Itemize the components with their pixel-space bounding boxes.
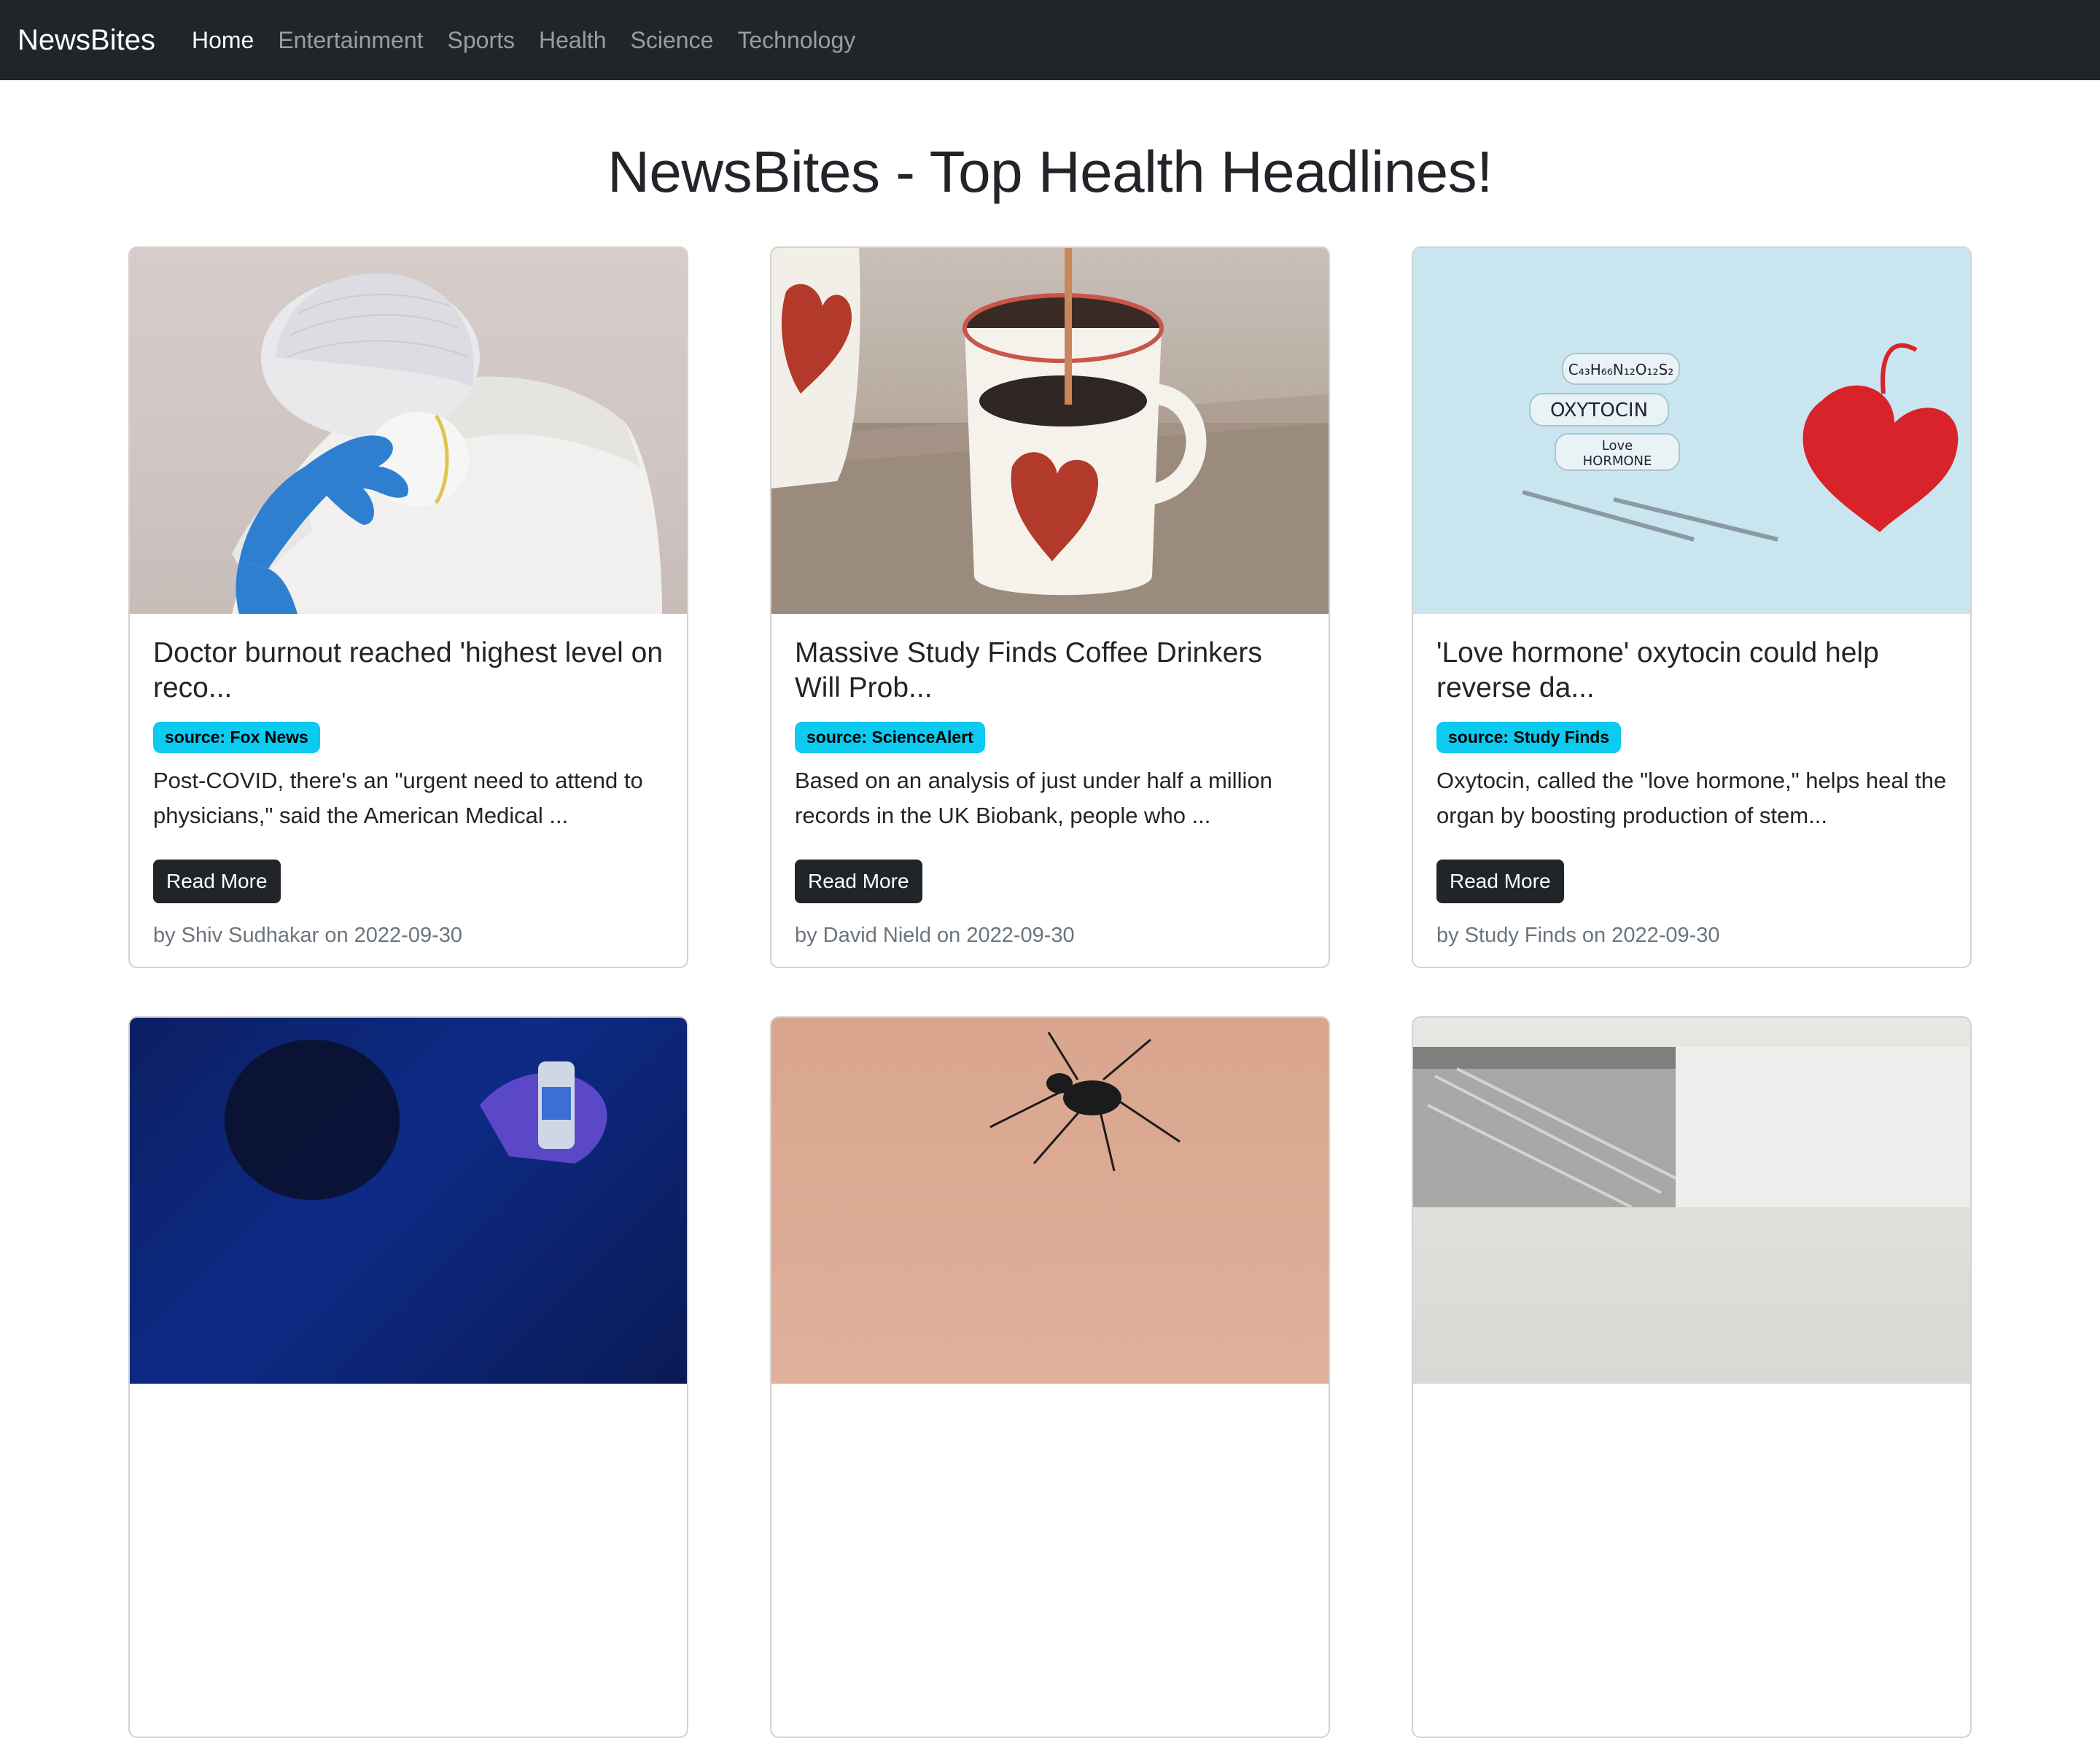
article-image-lab[interactable] [1413, 1018, 1970, 1384]
article-description: Oxytocin, called the "love hormone," hel… [1436, 768, 1947, 828]
article-card: C₄₃H₆₆N₁₂O₁₂S₂ OXYTOCIN Love HORMONE 'Lo… [1412, 246, 1972, 968]
article-meta: by Shiv Sudhakar on 2022-09-30 [153, 924, 463, 947]
ampoule-label-oxytocin: OXYTOCIN [1550, 400, 1648, 421]
page-title: NewsBites - Top Health Headlines! [607, 139, 1493, 204]
ampoule-label-love: Love [1602, 438, 1633, 453]
read-more-button[interactable]: Read More [153, 860, 281, 903]
vaccine-illustration [225, 1040, 607, 1200]
articles-grid: Doctor burnout reached 'highest level on… [128, 246, 1972, 1738]
source-badge: source: Study Finds [1436, 722, 1622, 753]
article-body: 'Love hormone' oxytocin could help rever… [1413, 614, 1970, 967]
mosquito-illustration [989, 1032, 1181, 1172]
article-card [1412, 1016, 1972, 1738]
article-title: 'Love hormone' oxytocin could help rever… [1436, 637, 1879, 704]
article-title: Massive Study Finds Coffee Drinkers Will… [795, 637, 1262, 704]
nav-link-technology[interactable]: Technology [737, 27, 855, 54]
article-meta: by Study Finds on 2022-09-30 [1436, 924, 1720, 947]
coffee-illustration [771, 248, 1329, 614]
nav-link-health[interactable]: Health [539, 27, 607, 54]
nav-links: Home Entertainment Sports Health Science… [192, 27, 879, 54]
nav-link-home[interactable]: Home [192, 27, 254, 54]
read-more-button[interactable]: Read More [1436, 860, 1564, 903]
source-badge: source: Fox News [153, 722, 320, 753]
oxytocin-illustration: C₄₃H₆₆N₁₂O₁₂S₂ OXYTOCIN Love HORMONE [1522, 343, 1959, 542]
article-title: Doctor burnout reached 'highest level on… [153, 637, 664, 704]
article-card [770, 1016, 1330, 1738]
nav-link-entertainment[interactable]: Entertainment [278, 27, 423, 54]
article-image-coffee[interactable] [771, 248, 1329, 614]
article-image-doctor[interactable] [130, 248, 687, 614]
ampoule-label-formula: C₄₃H₆₆N₁₂O₁₂S₂ [1568, 361, 1674, 378]
top-navbar: NewsBites Home Entertainment Sports Heal… [0, 0, 2100, 80]
brand-logo[interactable]: NewsBites [18, 24, 155, 57]
article-meta: by David Nield on 2022-09-30 [795, 924, 1075, 947]
article-body: Massive Study Finds Coffee Drinkers Will… [771, 614, 1329, 967]
source-badge: source: ScienceAlert [795, 722, 985, 753]
article-description: Post-COVID, there's an "urgent need to a… [153, 768, 643, 828]
nav-link-science[interactable]: Science [631, 27, 714, 54]
nav-link-sports[interactable]: Sports [448, 27, 515, 54]
article-description: Based on an analysis of just under half … [795, 768, 1272, 828]
article-card: Massive Study Finds Coffee Drinkers Will… [770, 246, 1330, 968]
article-image-oxytocin[interactable]: C₄₃H₆₆N₁₂O₁₂S₂ OXYTOCIN Love HORMONE [1413, 248, 1970, 614]
doctor-illustration [232, 273, 662, 614]
article-card [128, 1016, 688, 1738]
article-card: Doctor burnout reached 'highest level on… [128, 246, 688, 968]
ampoule-label-hormone: HORMONE [1583, 453, 1652, 469]
article-image-mosquito[interactable] [771, 1018, 1329, 1384]
article-body: Doctor burnout reached 'highest level on… [130, 614, 687, 967]
article-image-vaccine[interactable] [130, 1018, 687, 1384]
lab-illustration [1413, 1047, 1970, 1209]
read-more-button[interactable]: Read More [795, 860, 922, 903]
